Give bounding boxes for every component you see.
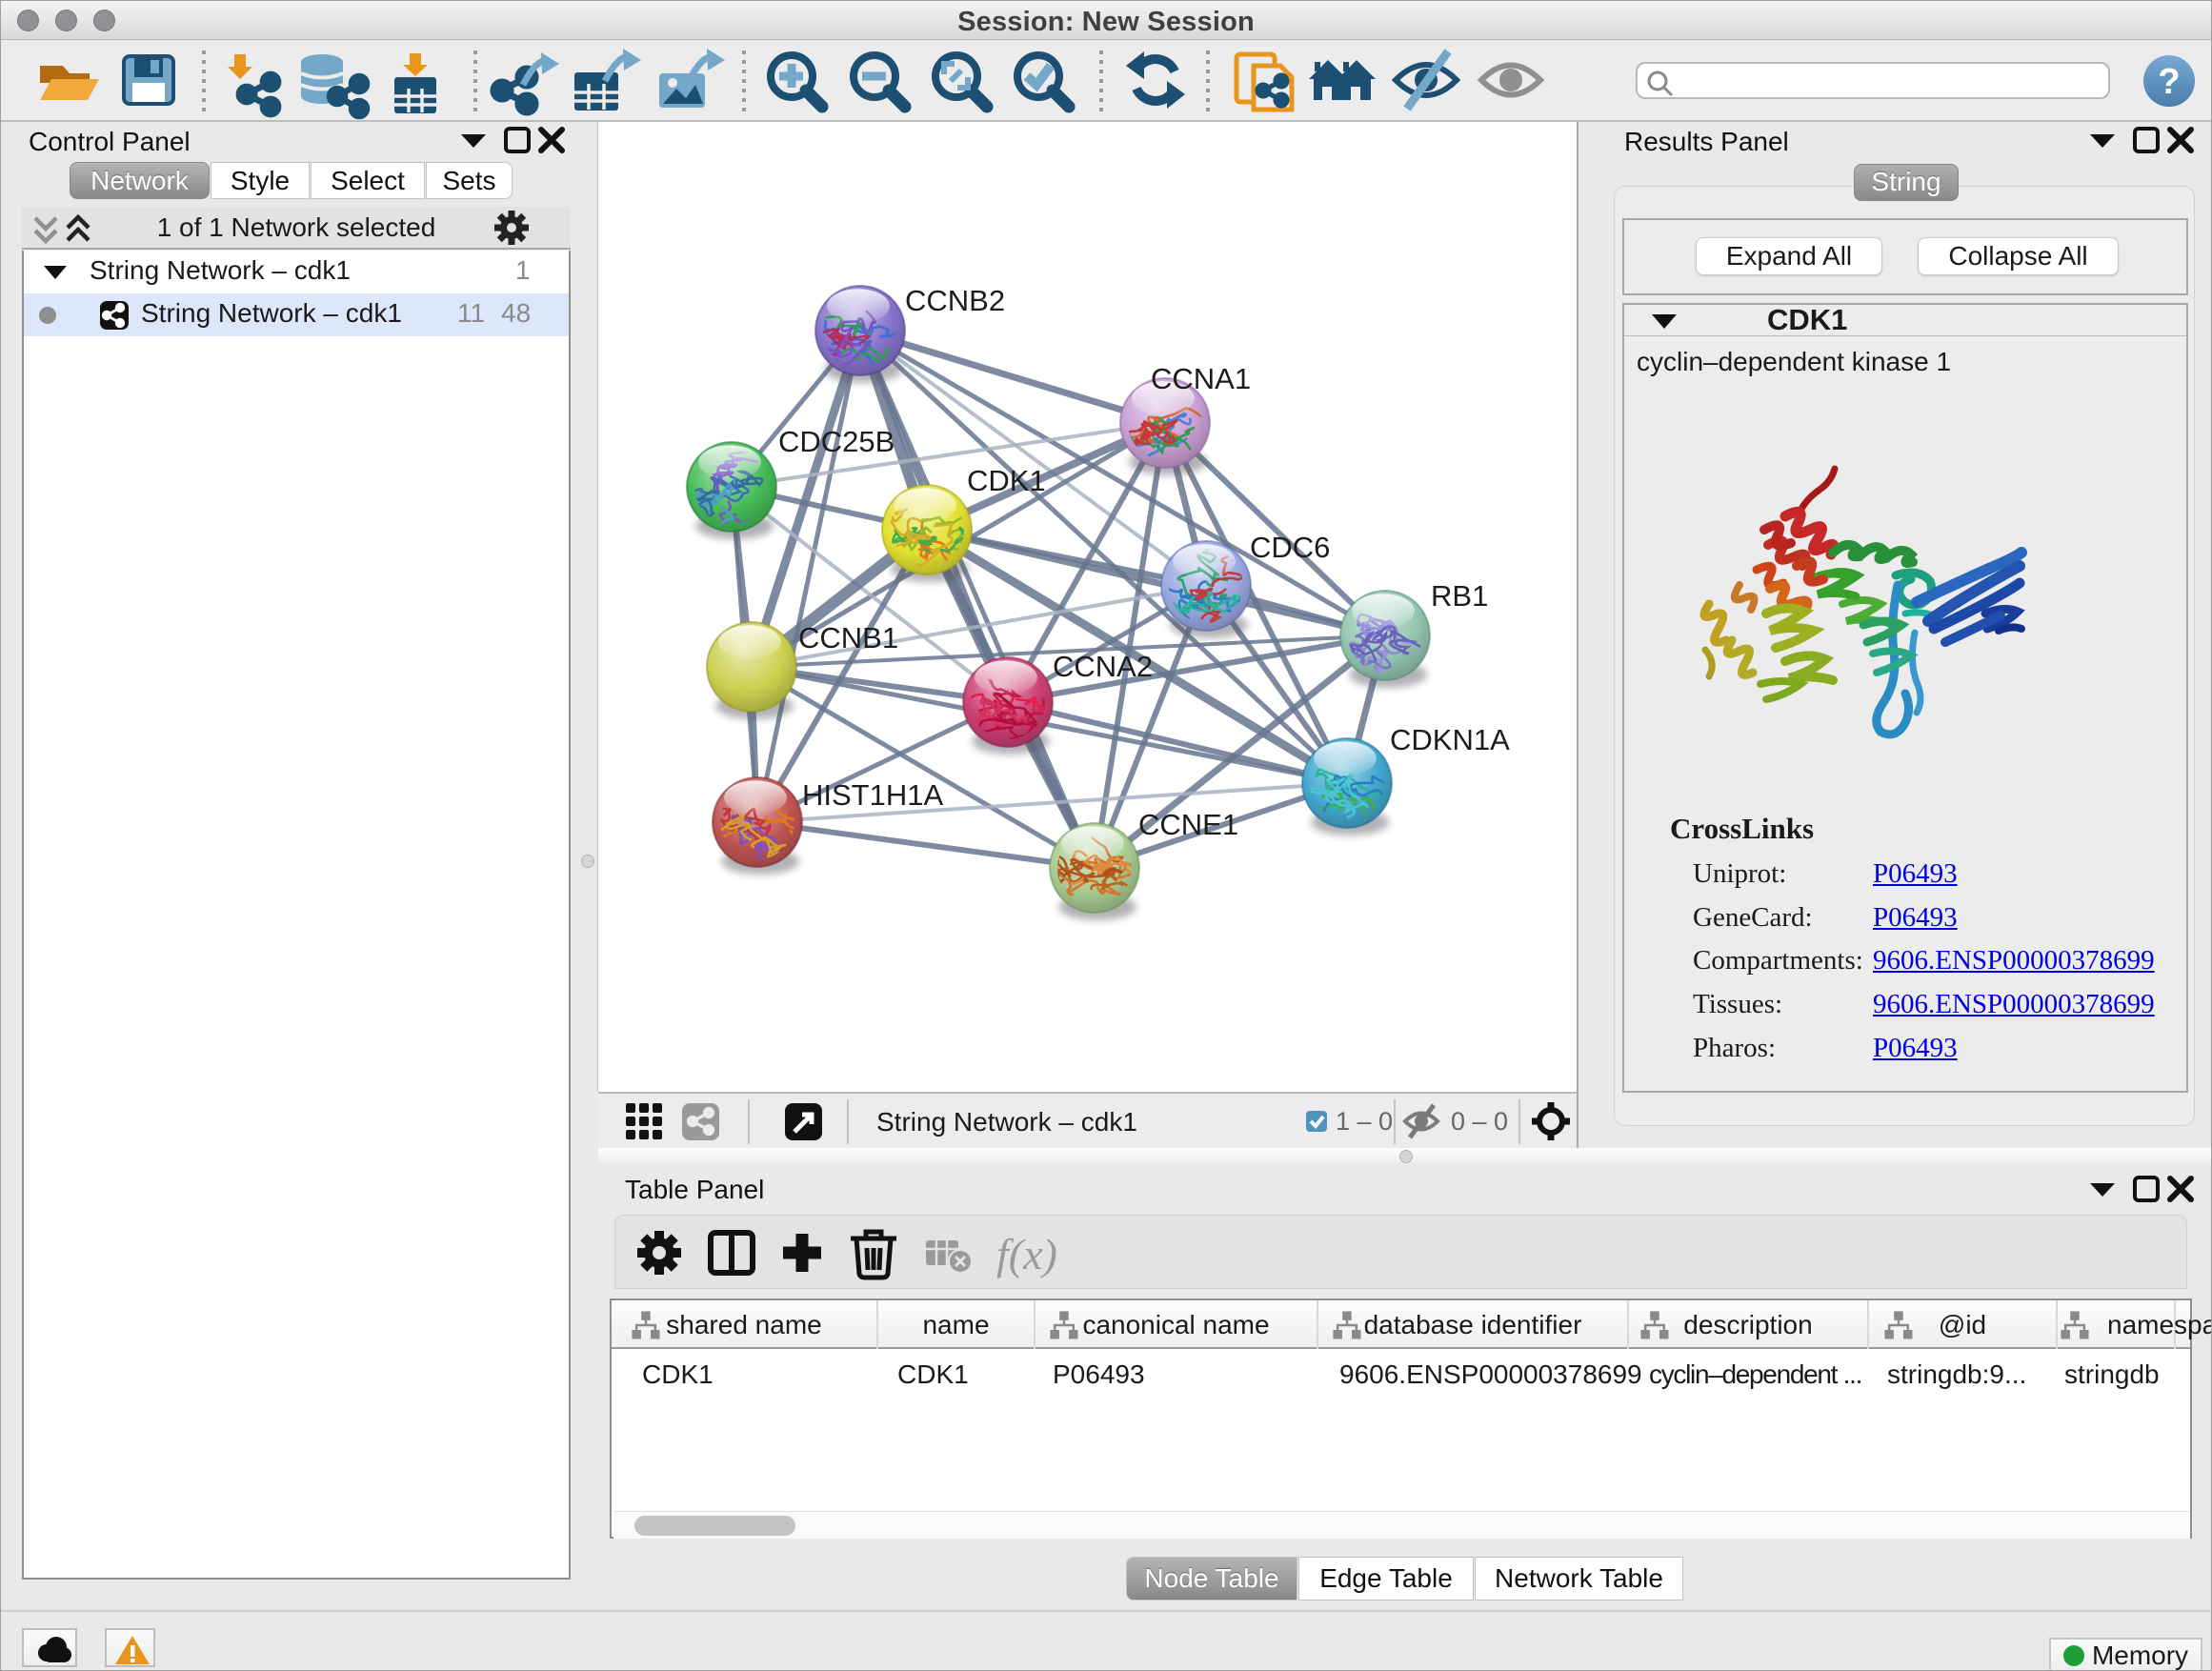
svg-text:?: ? [2158, 62, 2180, 102]
svg-text:HIST1H1A: HIST1H1A [802, 778, 943, 812]
svg-text:CDK1: CDK1 [967, 464, 1046, 497]
svg-text:CDKN1A: CDKN1A [1390, 723, 1510, 756]
svg-text:CDC25B: CDC25B [778, 425, 895, 458]
svg-text:CCNA2: CCNA2 [1053, 650, 1153, 683]
svg-text:CCNB2: CCNB2 [905, 284, 1005, 317]
svg-text:1 – 0: 1 – 0 [1336, 1107, 1393, 1136]
svg-text:CDC6: CDC6 [1250, 531, 1330, 564]
svg-text:CCNB1: CCNB1 [798, 621, 898, 654]
svg-text:CCNE1: CCNE1 [1138, 808, 1238, 841]
svg-text:CCNA1: CCNA1 [1151, 362, 1251, 395]
svg-text:RB1: RB1 [1431, 579, 1488, 613]
svg-text:0 – 0: 0 – 0 [1451, 1107, 1508, 1136]
svg-text:f(x): f(x) [996, 1230, 1057, 1278]
